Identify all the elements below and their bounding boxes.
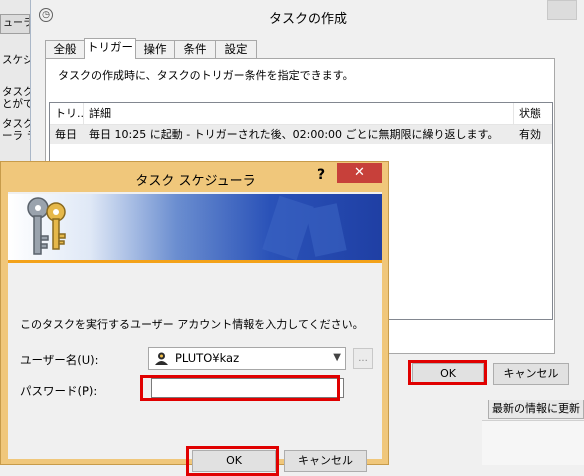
tab-triggers[interactable]: トリガー [84, 38, 136, 59]
ok-highlight [408, 360, 487, 385]
dialog-banner [8, 194, 382, 262]
user-icon [155, 352, 168, 365]
tab-general[interactable]: 全般 [45, 40, 85, 59]
user-value: PLUTO¥kaz [175, 351, 240, 365]
row-detail: 毎日 10:25 に起動 - トリガーされた後、02:00:00 ごとに無期限に… [89, 128, 499, 141]
row-status: 有効 [519, 128, 541, 141]
keys-icon [27, 195, 347, 261]
cancel-button[interactable]: キャンセル [493, 363, 569, 385]
dialog-cancel-button[interactable]: キャンセル [284, 450, 367, 472]
list-header: トリ... 詳細 状態 [50, 103, 552, 125]
dialog-body: このタスクを実行するユーザー アカウント情報を入力してください。 ユーザー名(U… [8, 192, 382, 476]
dialog-close-button[interactable]: ✕ [337, 163, 382, 183]
table-row[interactable]: 毎日 毎日 10:25 に起動 - トリガーされた後、02:00:00 ごとに無… [50, 125, 552, 144]
tab-actions[interactable]: 操作 [135, 40, 175, 59]
window-title: タスクの作成 [268, 12, 347, 27]
panel-description: タスクの作成時に、タスクのトリガー条件を指定できます。 [58, 69, 354, 82]
browse-user-button[interactable]: ... [353, 348, 373, 369]
tab-settings[interactable]: 設定 [215, 40, 257, 59]
password-label: パスワード(P): [20, 384, 98, 398]
background-tab[interactable]: ューラ( [0, 14, 30, 34]
user-label: ユーザー名(U): [20, 353, 99, 367]
column-trigger[interactable]: トリ... [50, 103, 84, 125]
credentials-dialog: タスク スケジューラ ? ✕ このタスクを実行するユーザー アカウント情報を入力… [0, 161, 390, 476]
banner-accent [8, 260, 382, 263]
background-pane [482, 420, 584, 465]
refresh-button[interactable]: 最新の情報に更新 [488, 399, 584, 419]
background-text: とがで [2, 98, 32, 110]
row-trigger: 毎日 [55, 128, 77, 141]
help-button[interactable]: ? [309, 166, 333, 184]
dialog-message: このタスクを実行するユーザー アカウント情報を入力してください。 [20, 318, 364, 331]
close-button[interactable] [547, 0, 577, 20]
dialog-title-bar: タスク スケジューラ ? ✕ [1, 162, 390, 192]
dialog-ok-highlight [186, 446, 279, 476]
password-highlight [140, 375, 340, 401]
column-status[interactable]: 状態 [514, 103, 552, 125]
user-select[interactable]: PLUTO¥kaz ▼ [148, 347, 346, 370]
title-bar: ◷ タスクの作成 [31, 0, 584, 30]
tab-conditions[interactable]: 条件 [174, 40, 216, 59]
chevron-down-icon[interactable]: ▼ [333, 352, 341, 363]
column-detail[interactable]: 詳細 [84, 103, 514, 125]
background-text: スケジ [2, 54, 32, 66]
background-text: ーラ ラ [2, 130, 32, 142]
